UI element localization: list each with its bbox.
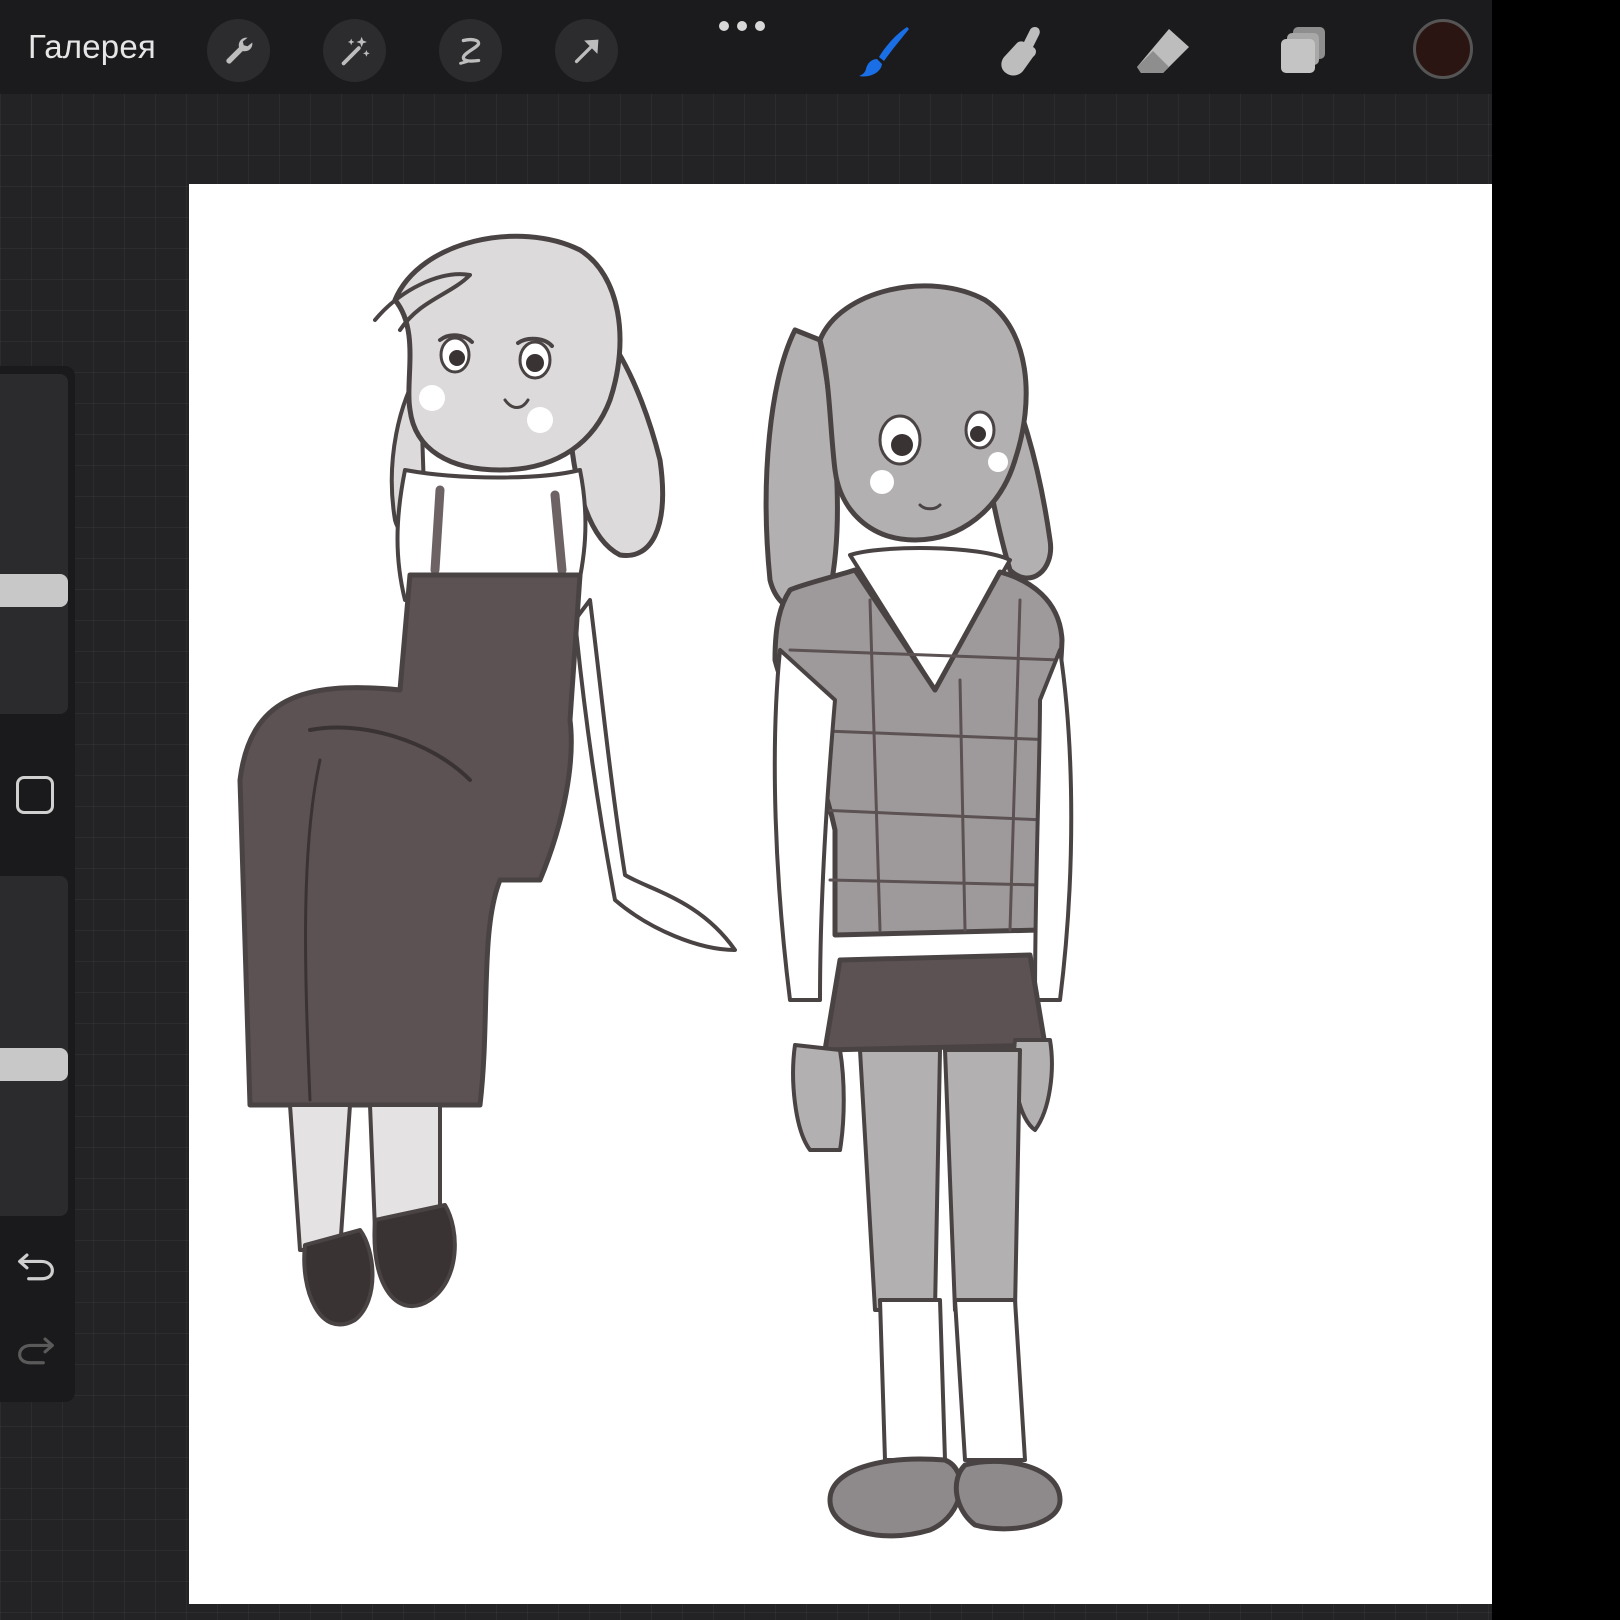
left-sidebar [0, 366, 75, 1402]
layers-button[interactable] [1270, 18, 1336, 84]
gallery-button[interactable]: Галерея [28, 28, 156, 66]
arrow-cursor-icon [574, 39, 598, 63]
color-picker-swatch[interactable] [1413, 19, 1473, 79]
selection-button[interactable] [439, 19, 502, 82]
undo-icon [18, 1253, 54, 1281]
transform-button[interactable] [555, 19, 618, 82]
more-options-icon[interactable] [719, 16, 765, 36]
sketch-artwork [237, 233, 1074, 1539]
top-toolbar: Галерея [0, 0, 1492, 94]
layers-icon [1281, 27, 1325, 73]
brush-opacity-slider-thumb[interactable] [0, 1048, 68, 1081]
redo-button[interactable] [14, 1332, 58, 1368]
screen-edge [1492, 0, 1620, 1620]
wrench-icon [225, 37, 252, 64]
brush-opacity-slider[interactable] [0, 876, 68, 1216]
smudge-finger-icon [1001, 27, 1040, 76]
brush-icon [859, 27, 909, 77]
selection-icon [458, 37, 480, 65]
undo-button[interactable] [14, 1248, 58, 1284]
brush-size-slider[interactable] [0, 374, 68, 714]
brush-size-slider-thumb[interactable] [0, 574, 68, 607]
actions-button[interactable] [207, 19, 270, 82]
modify-square-icon[interactable] [16, 776, 54, 814]
redo-icon [18, 1337, 54, 1365]
eraser-button[interactable] [1130, 18, 1196, 84]
smudge-button[interactable] [990, 18, 1056, 84]
brush-button[interactable] [852, 18, 918, 84]
eraser-icon [1137, 29, 1189, 73]
procreate-app: Галерея [0, 0, 1492, 1620]
adjustments-button[interactable] [323, 19, 386, 82]
drawing-canvas[interactable] [189, 184, 1492, 1604]
magic-wand-icon [341, 36, 370, 65]
